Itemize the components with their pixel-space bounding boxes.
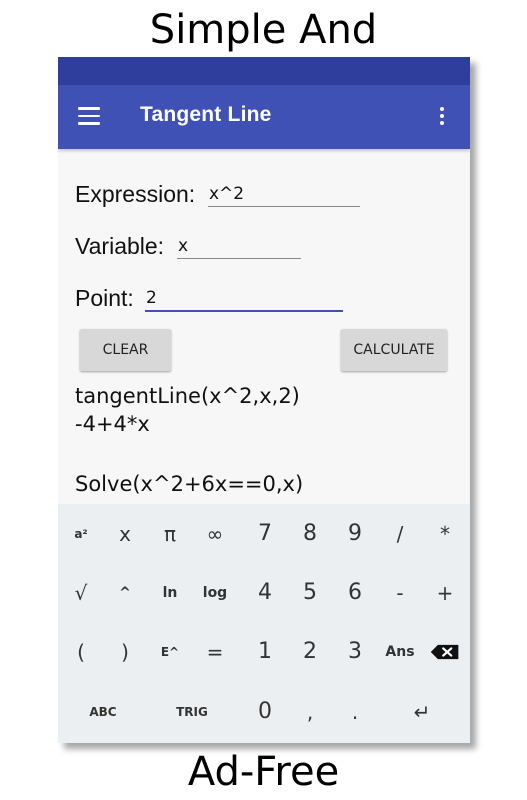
backspace-icon xyxy=(430,644,459,660)
calculate-button[interactable]: CALCULATE xyxy=(341,329,447,371)
key-3[interactable]: 3 xyxy=(332,622,378,682)
key-dot[interactable]: . xyxy=(332,682,378,742)
banner-top-text: Simple And xyxy=(149,7,378,53)
hamburger-menu-icon[interactable] xyxy=(78,107,100,125)
key-abc[interactable]: ABC xyxy=(58,682,148,742)
key-close-paren[interactable]: ) xyxy=(102,622,148,682)
key-power[interactable]: ^ xyxy=(102,563,148,623)
key-6[interactable]: 6 xyxy=(332,563,378,623)
clear-button[interactable]: CLEAR xyxy=(80,329,171,371)
key-multiply[interactable]: * xyxy=(422,504,468,564)
key-enter[interactable]: ↵ xyxy=(377,682,467,742)
key-divide[interactable]: / xyxy=(377,504,423,564)
output-line-3: Solve(x^2+6x==0,x) xyxy=(75,472,304,496)
key-infinity[interactable]: ∞ xyxy=(192,504,238,564)
math-keyboard: a² x π ∞ 7 8 9 / * √ ^ ln log 4 5 6 - + … xyxy=(58,504,470,743)
more-vert-icon[interactable] xyxy=(438,107,446,127)
output-line-1: tangentLine(x^2,x,2) xyxy=(75,384,300,408)
key-plus[interactable]: + xyxy=(422,563,468,623)
key-comma[interactable]: , xyxy=(287,682,333,742)
output-line-2: -4+4*x xyxy=(75,412,150,436)
key-5[interactable]: 5 xyxy=(287,563,333,623)
key-0[interactable]: 0 xyxy=(242,682,288,742)
key-2[interactable]: 2 xyxy=(287,622,333,682)
key-minus[interactable]: - xyxy=(377,563,423,623)
key-9[interactable]: 9 xyxy=(332,504,378,564)
key-x[interactable]: x xyxy=(102,504,148,564)
key-trig[interactable]: TRIG xyxy=(147,682,237,742)
key-equals[interactable]: = xyxy=(192,622,238,682)
key-sqrt[interactable]: √ xyxy=(58,563,104,623)
point-label: Point: xyxy=(75,285,134,311)
key-a-squared[interactable]: a² xyxy=(58,504,104,564)
status-bar xyxy=(58,57,470,85)
app-bar: Tangent Line xyxy=(58,85,470,149)
variable-label: Variable: xyxy=(75,233,165,259)
key-7[interactable]: 7 xyxy=(242,504,288,564)
key-ans[interactable]: Ans xyxy=(377,622,423,682)
key-pi[interactable]: π xyxy=(147,504,193,564)
point-input[interactable]: 2 xyxy=(145,286,343,312)
key-4[interactable]: 4 xyxy=(242,563,288,623)
app-title: Tangent Line xyxy=(140,103,272,126)
key-open-paren[interactable]: ( xyxy=(58,622,104,682)
variable-input[interactable]: x xyxy=(177,234,301,259)
key-backspace[interactable] xyxy=(422,622,468,682)
key-ln[interactable]: ln xyxy=(147,563,193,623)
key-e-power[interactable]: E^ xyxy=(147,622,193,682)
phone-screen: Tangent Line Expression: x^2 Variable: x… xyxy=(58,57,470,743)
key-1[interactable]: 1 xyxy=(242,622,288,682)
expression-input[interactable]: x^2 xyxy=(208,182,360,207)
expression-label: Expression: xyxy=(75,181,196,207)
key-8[interactable]: 8 xyxy=(287,504,333,564)
key-log[interactable]: log xyxy=(192,563,238,623)
banner-bottom-text: Ad-Free xyxy=(187,749,340,795)
